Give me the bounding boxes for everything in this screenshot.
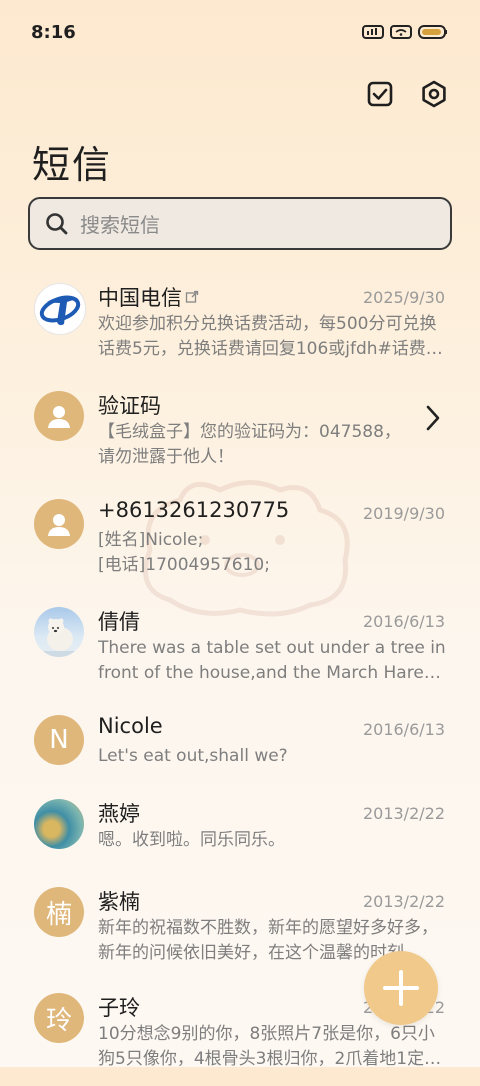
contact-name: 燕婷 bbox=[98, 802, 140, 826]
battery-icon bbox=[418, 25, 447, 39]
message-date: 2013/2/22 bbox=[362, 892, 445, 911]
contact-name: +8613261230775 bbox=[98, 498, 290, 522]
message-preview: 10分想念9别的你，8张照片7张是你，6只小狗5只像你，4根骨头3根归你，2爪着… bbox=[98, 1024, 442, 1069]
contact-name: 中国电信 bbox=[98, 282, 199, 312]
status-time: 8:16 bbox=[31, 22, 76, 43]
message-date: 2016/6/13 bbox=[362, 612, 445, 631]
person-icon bbox=[48, 406, 70, 428]
contact-name: 子玲 bbox=[98, 996, 140, 1020]
search-input[interactable]: 搜索短信 bbox=[28, 197, 452, 250]
sea-photo-avatar bbox=[34, 799, 84, 849]
contact-name: Nicole bbox=[98, 714, 163, 738]
contact-name: 验证码 bbox=[98, 394, 161, 418]
message-preview: 欢迎参加积分兑换话费活动，每500分可兑换话费5元，兑换话费请回复106或jfd… bbox=[98, 314, 443, 359]
china-telecom-logo bbox=[34, 283, 86, 335]
search-icon bbox=[46, 212, 68, 234]
message-preview: Let's eat out,shall we? bbox=[98, 746, 288, 766]
toolbar bbox=[364, 78, 450, 110]
avatar: 玲 bbox=[34, 993, 84, 1043]
contact-name: 紫楠 bbox=[98, 890, 140, 914]
status-icons bbox=[362, 24, 448, 40]
wifi-icon bbox=[390, 25, 412, 39]
avatar: 楠 bbox=[34, 887, 84, 937]
status-bar: 8:16 bbox=[0, 0, 480, 66]
settings-icon[interactable] bbox=[418, 78, 450, 110]
page-title: 短信 bbox=[32, 143, 113, 187]
search-placeholder: 搜索短信 bbox=[80, 213, 160, 237]
avatar bbox=[34, 499, 84, 549]
message-date: 2013/2/22 bbox=[362, 804, 445, 823]
external-link-icon bbox=[185, 290, 199, 303]
message-item-china-telecom[interactable]: 中国电信 2025/9/30 欢迎参加积分兑换话费活动，每500分可兑换话费5元… bbox=[0, 268, 480, 376]
message-item-nicole[interactable]: N Nicole 2016/6/13 Let's eat out,shall w… bbox=[0, 700, 480, 784]
person-icon bbox=[48, 514, 70, 536]
message-item-yanting[interactable]: 燕婷 2013/2/22 嗯。收到啦。同乐同乐。 bbox=[0, 784, 480, 872]
plus-icon bbox=[383, 970, 419, 1006]
message-date: 2025/9/30 bbox=[362, 288, 445, 307]
message-item-qianqian[interactable]: 倩倩 2016/6/13 There was a table set out u… bbox=[0, 592, 480, 700]
message-preview: 【毛绒盒子】您的验证码为：047588，请勿泄露于他人！ bbox=[98, 422, 401, 467]
message-preview: [姓名]Nicole; [电话]17004957610; bbox=[98, 530, 270, 575]
avatar: N bbox=[34, 715, 84, 765]
message-item-phone-number[interactable]: +8613261230775 2019/9/30 [姓名]Nicole; [电话… bbox=[0, 484, 480, 592]
contact-name: 倩倩 bbox=[98, 610, 140, 634]
message-preview: There was a table set out under a tree i… bbox=[98, 638, 446, 683]
avatar bbox=[34, 391, 84, 441]
new-message-button[interactable] bbox=[364, 951, 438, 1025]
message-date: 2019/9/30 bbox=[362, 504, 445, 523]
message-preview: 嗯。收到啦。同乐同乐。 bbox=[98, 830, 285, 850]
signal-icon bbox=[362, 25, 384, 39]
polar-bear-avatar bbox=[34, 607, 84, 657]
chevron-right-icon[interactable] bbox=[424, 404, 442, 432]
message-item-verification-code[interactable]: 验证码 【毛绒盒子】您的验证码为：047588，请勿泄露于他人！ bbox=[0, 376, 480, 484]
message-date: 2016/6/13 bbox=[362, 720, 445, 739]
select-checkbox-icon[interactable] bbox=[364, 78, 396, 110]
